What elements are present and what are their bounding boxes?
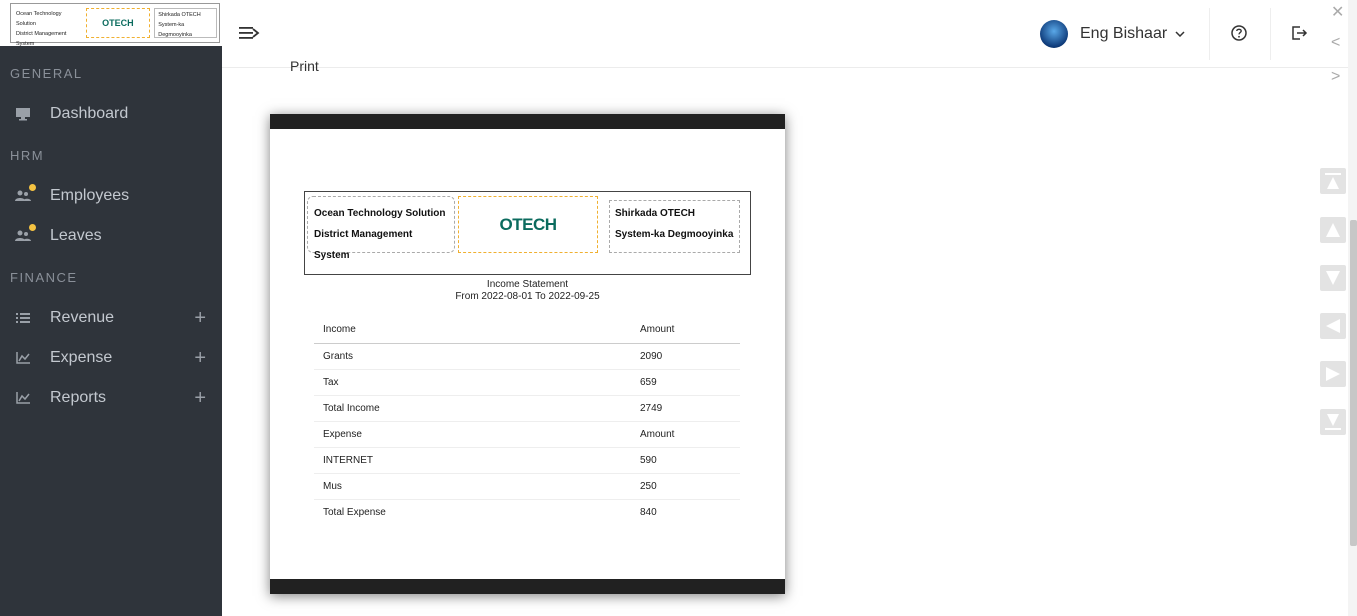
brand-right-line1: Shirkada OTECH: [158, 12, 201, 18]
otech-logo-text: OTECH: [499, 214, 558, 234]
sidebar-item-label: Reports: [50, 389, 107, 406]
print-label: Print: [290, 58, 319, 74]
row-amount: 250: [640, 473, 740, 500]
scroll-down-icon[interactable]: [1320, 265, 1346, 291]
section-hrm: HRM: [10, 148, 45, 163]
print-button[interactable]: Print: [290, 58, 319, 74]
sidebar-item-label: Employees: [50, 187, 130, 204]
sidebar-item-label: Expense: [50, 349, 113, 366]
sidebar-item-dashboard[interactable]: Dashboard: [0, 96, 222, 132]
scroll-left-icon[interactable]: [1320, 313, 1346, 339]
doc-bottom-bar: [270, 579, 785, 594]
sidebar-item-label: Leaves: [50, 227, 102, 244]
row-amount: 2090: [640, 343, 740, 370]
close-icon[interactable]: ✕: [1331, 2, 1344, 22]
sidebar-item-employees[interactable]: Employees: [0, 178, 222, 214]
help-icon[interactable]: [1230, 24, 1250, 44]
row-label: INTERNET: [314, 447, 640, 474]
logout-icon[interactable]: [1290, 24, 1310, 44]
expand-icon[interactable]: +: [194, 307, 206, 330]
doc-title: Income Statement: [486, 279, 569, 290]
expand-icon[interactable]: +: [194, 387, 206, 410]
doc-header-left-line1: Ocean Technology Solution: [314, 208, 446, 219]
app-root: Ocean Technology Solution District Manag…: [0, 0, 1357, 616]
user-menu[interactable]: Eng Bishaar: [1040, 19, 1185, 49]
scroll-bottom-icon[interactable]: [1320, 409, 1346, 435]
brand-logo-box[interactable]: Ocean Technology Solution District Manag…: [0, 0, 222, 47]
income-statement-table: Income Amount Grants 2090 Tax 659 Total Inc…: [314, 317, 740, 525]
row-amount: 590: [640, 447, 740, 474]
scroll-right-icon[interactable]: [1320, 361, 1346, 387]
table-row: Income Amount: [314, 317, 740, 344]
prev-icon[interactable]: <: [1331, 34, 1340, 52]
table-row: Tax 659: [314, 369, 740, 396]
divider: [1209, 8, 1210, 60]
list-icon: [14, 310, 32, 326]
menu-toggle-icon[interactable]: [238, 22, 262, 46]
row-label: Tax: [314, 369, 640, 396]
doc-title-block: Income Statement From 2022-08-01 To 2022…: [270, 279, 785, 303]
monitor-icon: [14, 106, 32, 122]
sidebar-item-label: Dashboard: [50, 105, 129, 122]
row-label: Total Income: [314, 395, 640, 422]
scroll-up-icon[interactable]: [1320, 217, 1346, 243]
expand-icon[interactable]: +: [194, 347, 206, 370]
chart-icon: [14, 390, 32, 406]
sidebar-item-reports[interactable]: Reports +: [0, 380, 222, 416]
doc-logo: OTECH: [458, 196, 598, 253]
divider: [1270, 8, 1271, 60]
statement-document: Ocean Technology Solution District Manag…: [270, 114, 785, 594]
users-icon: [14, 188, 32, 204]
row-label: Total Expense: [323, 506, 386, 518]
brand-right-line2: System-ka Degmooyinka: [158, 22, 192, 38]
sidebar: Ocean Technology Solution District Manag…: [0, 0, 222, 616]
doc-top-bar: [270, 114, 785, 129]
row-label: Expense: [314, 421, 640, 448]
doc-period: From 2022-08-01 To 2022-09-25: [455, 291, 600, 302]
row-amount: 840: [640, 506, 657, 518]
row-label: Income: [314, 317, 640, 344]
table-row: Expense Amount: [314, 421, 740, 448]
brand-logo: OTECH: [85, 8, 151, 38]
notification-dot: [29, 224, 36, 231]
scrollbar-thumb[interactable]: [1350, 220, 1357, 546]
doc-header: Ocean Technology Solution District Manag…: [304, 191, 751, 275]
row-amount: Amount: [640, 317, 740, 344]
doc-header-left-line2: District Management System: [314, 229, 413, 261]
row-label: Mus: [314, 473, 640, 500]
scroll-top-icon[interactable]: [1320, 168, 1346, 194]
topbar: Print Eng Bishaar: [222, 0, 1357, 74]
row-amount: 659: [640, 369, 740, 396]
doc-header-left: Ocean Technology Solution District Manag…: [307, 196, 455, 261]
table-row: Total Expense 840: [314, 499, 740, 525]
next-icon[interactable]: >: [1331, 68, 1340, 86]
sidebar-item-revenue[interactable]: Revenue +: [0, 300, 222, 336]
brand-left-line1: Ocean Technology Solution: [16, 11, 62, 27]
user-name: Eng Bishaar: [1080, 25, 1168, 42]
chart-icon: [14, 350, 32, 366]
row-amount: 2749: [640, 395, 740, 422]
table-row: Grants 2090: [314, 343, 740, 370]
row-amount: Amount: [640, 421, 740, 448]
section-general: GENERAL: [10, 66, 83, 81]
avatar: [1040, 20, 1068, 48]
row-label: Grants: [314, 343, 640, 370]
sidebar-item-label: Revenue: [50, 309, 115, 326]
sidebar-item-leaves[interactable]: Leaves: [0, 218, 222, 254]
brand-left: Ocean Technology Solution District Manag…: [13, 8, 82, 47]
table-row: Total Income 2749: [314, 395, 740, 422]
notification-dot: [29, 184, 36, 191]
brand-right: Shirkada OTECH System-ka Degmooyinka: [154, 8, 217, 38]
brand-left-line2: District Management System: [16, 31, 67, 47]
brand-mini-header: Ocean Technology Solution District Manag…: [10, 3, 220, 47]
doc-header-right-line2: System-ka Degmooyinka: [615, 229, 734, 240]
users-icon: [14, 228, 32, 244]
table-row: Mus 250: [314, 473, 740, 500]
section-finance: FINANCE: [10, 270, 78, 285]
chevron-down-icon: [1175, 29, 1185, 40]
doc-header-right: Shirkada OTECH System-ka Degmooyinka: [609, 200, 740, 253]
doc-header-right-line1: Shirkada OTECH: [615, 208, 696, 219]
table-row: INTERNET 590: [314, 447, 740, 474]
sidebar-item-expense[interactable]: Expense +: [0, 340, 222, 376]
